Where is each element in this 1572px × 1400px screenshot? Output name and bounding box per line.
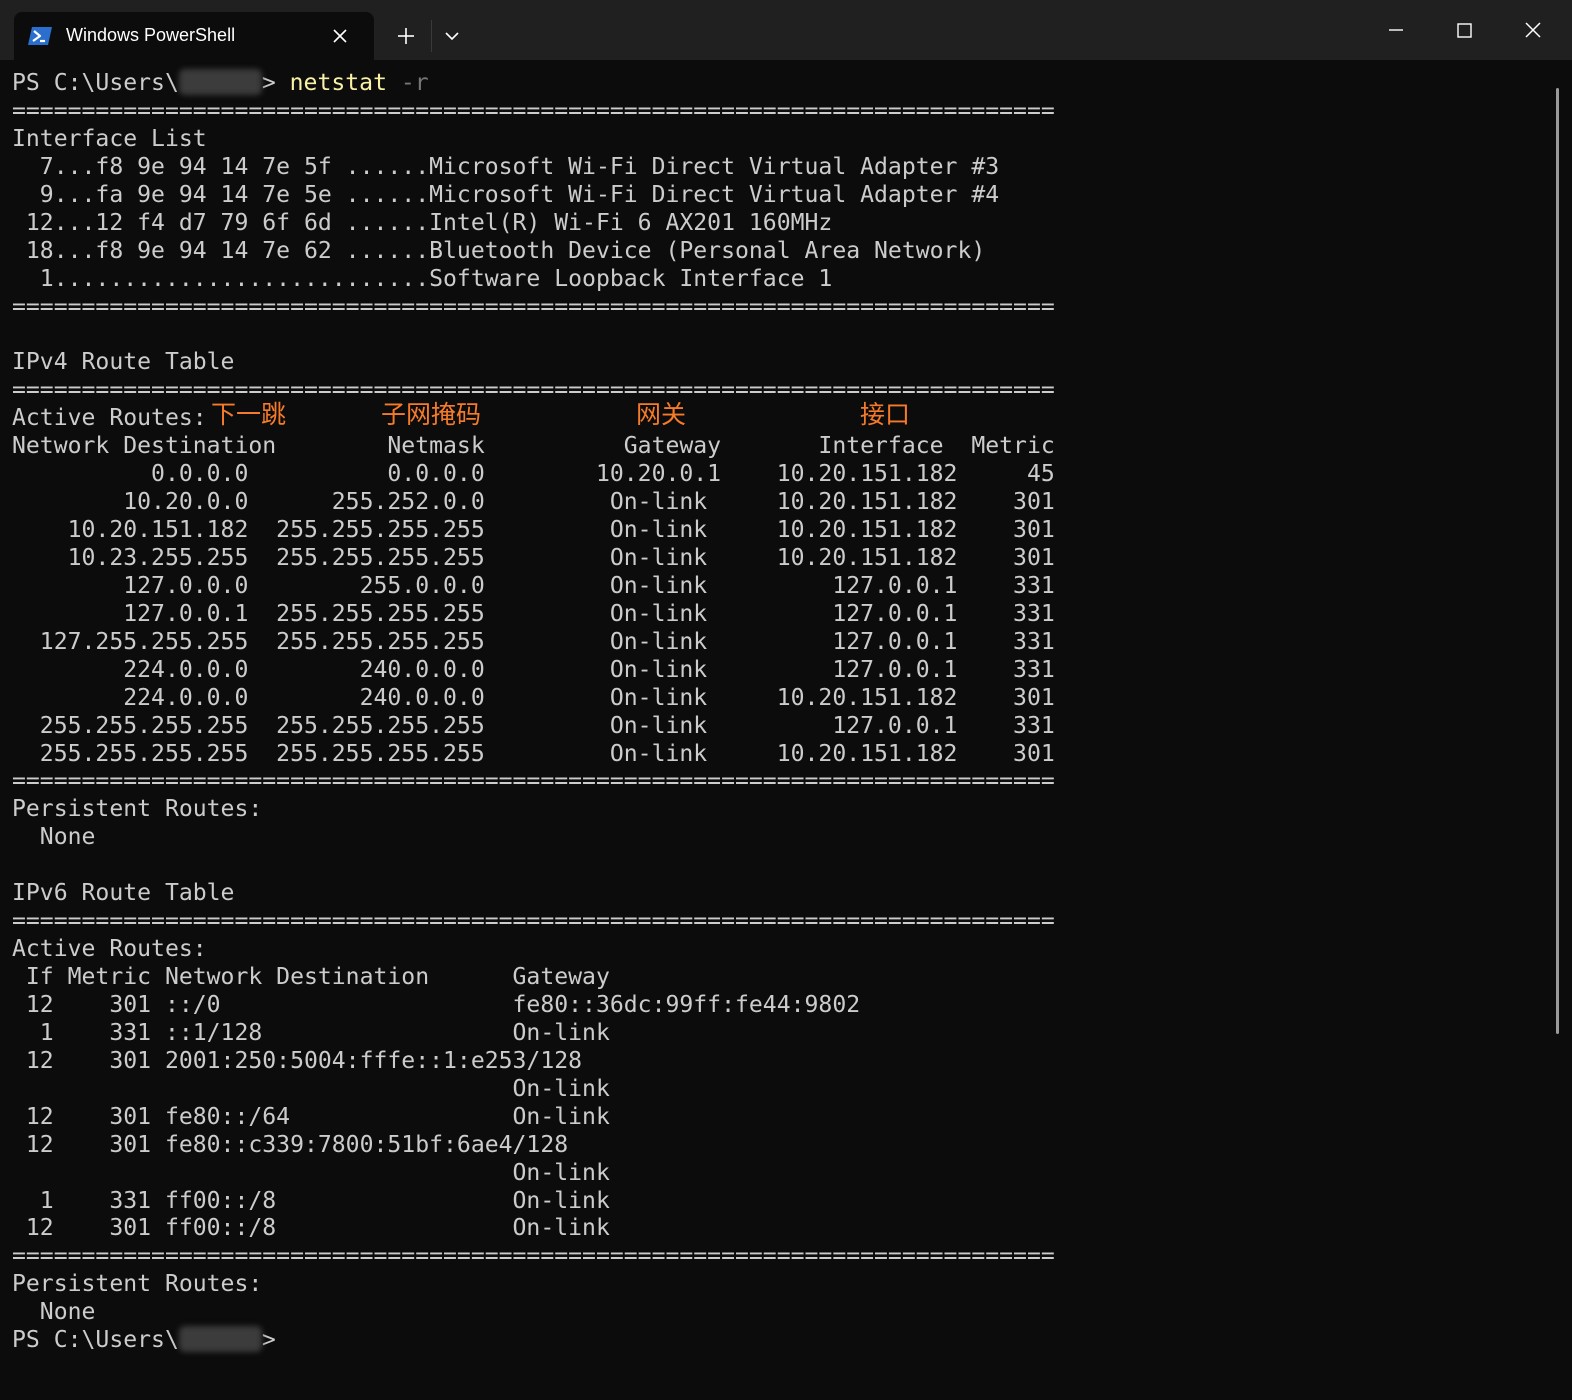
output-line: ========================================… [12,768,1055,795]
output-line: 1 331 ff00::/8 On-link [12,1187,610,1214]
output-line: On-link [12,1075,610,1102]
prompt-prefix: PS C:\Users\ [12,70,179,96]
anno-subnet-mask: 子网掩码 [381,400,482,430]
redacted-username [178,68,262,95]
output-line: Persistent Routes: [12,796,263,823]
output-line: 12 301 ::/0 fe80::36dc:99ff:fe44:9802 [12,991,861,1018]
final-prompt-line: PS C:\Users\ > [12,1325,1552,1355]
output-line: ========================================… [12,908,1055,935]
prompt-prefix: PS C:\Users\ [12,1327,179,1354]
output-line: 12 301 ff00::/8 On-link [12,1215,610,1242]
output-line: 10.20.0.0 255.252.0.0 On-link 10.20.151.… [12,489,1055,516]
output-line: Active Routes: 下一跳 子网掩码 网关 接口 [12,400,1552,433]
output-line: IPv4 Route Table [12,349,235,376]
prompt-line: PS C:\Users\ > netstat -r [12,68,1552,98]
anno-next-hop: 下一跳 [211,400,287,430]
output-line: Active Routes: [12,936,207,963]
output-line: 12 301 2001:250:5004:fffe::1:e253/128 [12,1047,583,1074]
output-line: 1 331 ::1/128 On-link [12,1019,610,1046]
output-line: Network Destination Netmask Gateway Inte… [12,433,1055,460]
command-flag: -r [386,70,429,96]
redacted-username [178,1325,262,1352]
tab-title: Windows PowerShell [66,25,236,45]
output-line: 10.23.255.255 255.255.255.255 On-link 10… [12,544,1055,571]
new-tab-plus-icon[interactable] [390,22,422,50]
output-text: Active Routes: [12,405,207,432]
output-line: 127.0.0.1 255.255.255.255 On-link 127.0.… [12,600,1055,627]
output-line: IPv6 Route Table [12,880,235,907]
output-line: 224.0.0.0 240.0.0.0 On-link 127.0.0.1 33… [12,656,1055,683]
output-line: ========================================… [12,97,1055,124]
anno-gateway: 网关 [636,400,687,430]
command-text: netstat [289,70,387,96]
output-line: 10.20.151.182 255.255.255.255 On-link 10… [12,517,1055,543]
output-line: ========================================… [12,1243,1055,1270]
prompt-suffix: > [261,70,290,96]
output-line: If Metric Network Destination Gateway [12,964,610,990]
output-line: Interface List [12,125,207,152]
chevron-down-icon[interactable] [440,22,464,50]
powershell-icon [28,27,52,45]
output-line: Persistent Routes: [12,1271,263,1298]
output-line: 18...f8 9e 94 14 7e 62 ......Bluetooth D… [12,237,986,264]
prompt-suffix: > [261,1327,276,1354]
tab-windows-powershell[interactable]: Windows PowerShell [14,12,374,60]
scrollbar[interactable] [1556,88,1559,1034]
tab-divider [431,20,432,52]
tab-close-icon[interactable] [330,26,350,46]
powershell-window: Windows PowerShell PS C:\Users\ > netstat… [0,0,1572,1400]
output-line: 12 301 fe80::/64 On-link [12,1103,610,1130]
anno-interface: 接口 [860,400,911,430]
command-output: ========================================… [12,98,1552,1327]
minimize-icon[interactable] [1376,12,1416,48]
output-line: 127.255.255.255 255.255.255.255 On-link … [12,628,1055,655]
output-line: None [12,1299,96,1326]
output-line: 224.0.0.0 240.0.0.0 On-link 10.20.151.18… [12,684,1055,711]
output-line: 12...12 f4 d7 79 6f 6d ......Intel(R) Wi… [12,209,833,236]
maximize-icon[interactable] [1444,12,1484,48]
output-line: 12 301 fe80::c339:7800:51bf:6ae4/128 [12,1131,569,1158]
title-bar: Windows PowerShell [0,0,1572,60]
output-line: ========================================… [12,293,1055,320]
output-line: On-link [12,1159,610,1186]
output-line: 255.255.255.255 255.255.255.255 On-link … [12,712,1055,739]
output-line: None [12,824,96,851]
output-line: 255.255.255.255 255.255.255.255 On-link … [12,740,1055,767]
output-line: 127.0.0.0 255.0.0.0 On-link 127.0.0.1 33… [12,572,1055,599]
output-line: 9...fa 9e 94 14 7e 5e ......Microsoft Wi… [12,181,1000,208]
window-close-icon[interactable] [1513,12,1553,48]
terminal-output[interactable]: PS C:\Users\ > netstat -r ===============… [12,68,1552,1390]
output-line: 7...f8 9e 94 14 7e 5f ......Microsoft Wi… [12,153,1000,180]
output-line: 0.0.0.0 0.0.0.0 10.20.0.1 10.20.151.182 … [12,461,1055,488]
output-line: 1...........................Software Loo… [12,265,833,292]
